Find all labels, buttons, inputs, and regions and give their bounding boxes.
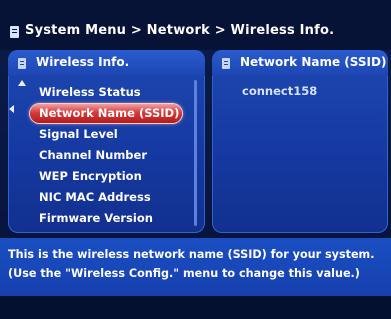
- help-text-line-2: (Use the "Wireless Config." menu to chan…: [8, 267, 360, 280]
- document-icon: [18, 58, 26, 69]
- menu-item-channel-number[interactable]: Channel Number: [8, 145, 205, 166]
- menu-item-wep-encryption[interactable]: WEP Encryption: [8, 166, 205, 187]
- menu-item-label: WEP Encryption: [39, 169, 142, 183]
- menu-item-wireless-status[interactable]: Wireless Status: [8, 82, 205, 103]
- wireless-info-screen: System Menu > Network > Wireless Info. W…: [0, 0, 391, 319]
- document-icon: [222, 58, 230, 69]
- breadcrumb: System Menu > Network > Wireless Info.: [25, 23, 335, 38]
- detail-panel-title: Network Name (SSID): [240, 55, 387, 69]
- menu-panel: Wireless Info. Wireless Status Network N…: [8, 50, 205, 233]
- bottom-strip: [0, 296, 391, 319]
- menu-panel-header: Wireless Info.: [8, 50, 205, 76]
- menu-item-label: Signal Level: [39, 127, 118, 141]
- menu-item-nic-mac-address[interactable]: NIC MAC Address: [8, 187, 205, 208]
- menu-item-label: Wireless Status: [39, 85, 141, 99]
- wireless-info-menu: Wireless Status Network Name (SSID) Sign…: [8, 82, 205, 229]
- title-bar: System Menu > Network > Wireless Info.: [0, 0, 391, 50]
- menu-item-label: NIC MAC Address: [39, 190, 151, 204]
- detail-panel-header: Network Name (SSID): [212, 50, 388, 76]
- menu-panel-title: Wireless Info.: [36, 55, 130, 69]
- help-text-line-1: This is the wireless network name (SSID)…: [8, 248, 375, 261]
- menu-icon: [10, 26, 19, 38]
- menu-item-network-name[interactable]: Network Name (SSID): [8, 103, 205, 124]
- detail-panel: Network Name (SSID) connect158: [212, 50, 388, 233]
- menu-item-label: Channel Number: [39, 148, 148, 162]
- menu-item-signal-level[interactable]: Signal Level: [8, 124, 205, 145]
- ssid-value: connect158: [242, 84, 318, 98]
- menu-item-firmware-version[interactable]: Firmware Version: [8, 208, 205, 229]
- menu-item-label: Network Name (SSID): [39, 106, 180, 120]
- help-bar: This is the wireless network name (SSID)…: [0, 238, 391, 296]
- menu-item-label: Firmware Version: [39, 211, 153, 225]
